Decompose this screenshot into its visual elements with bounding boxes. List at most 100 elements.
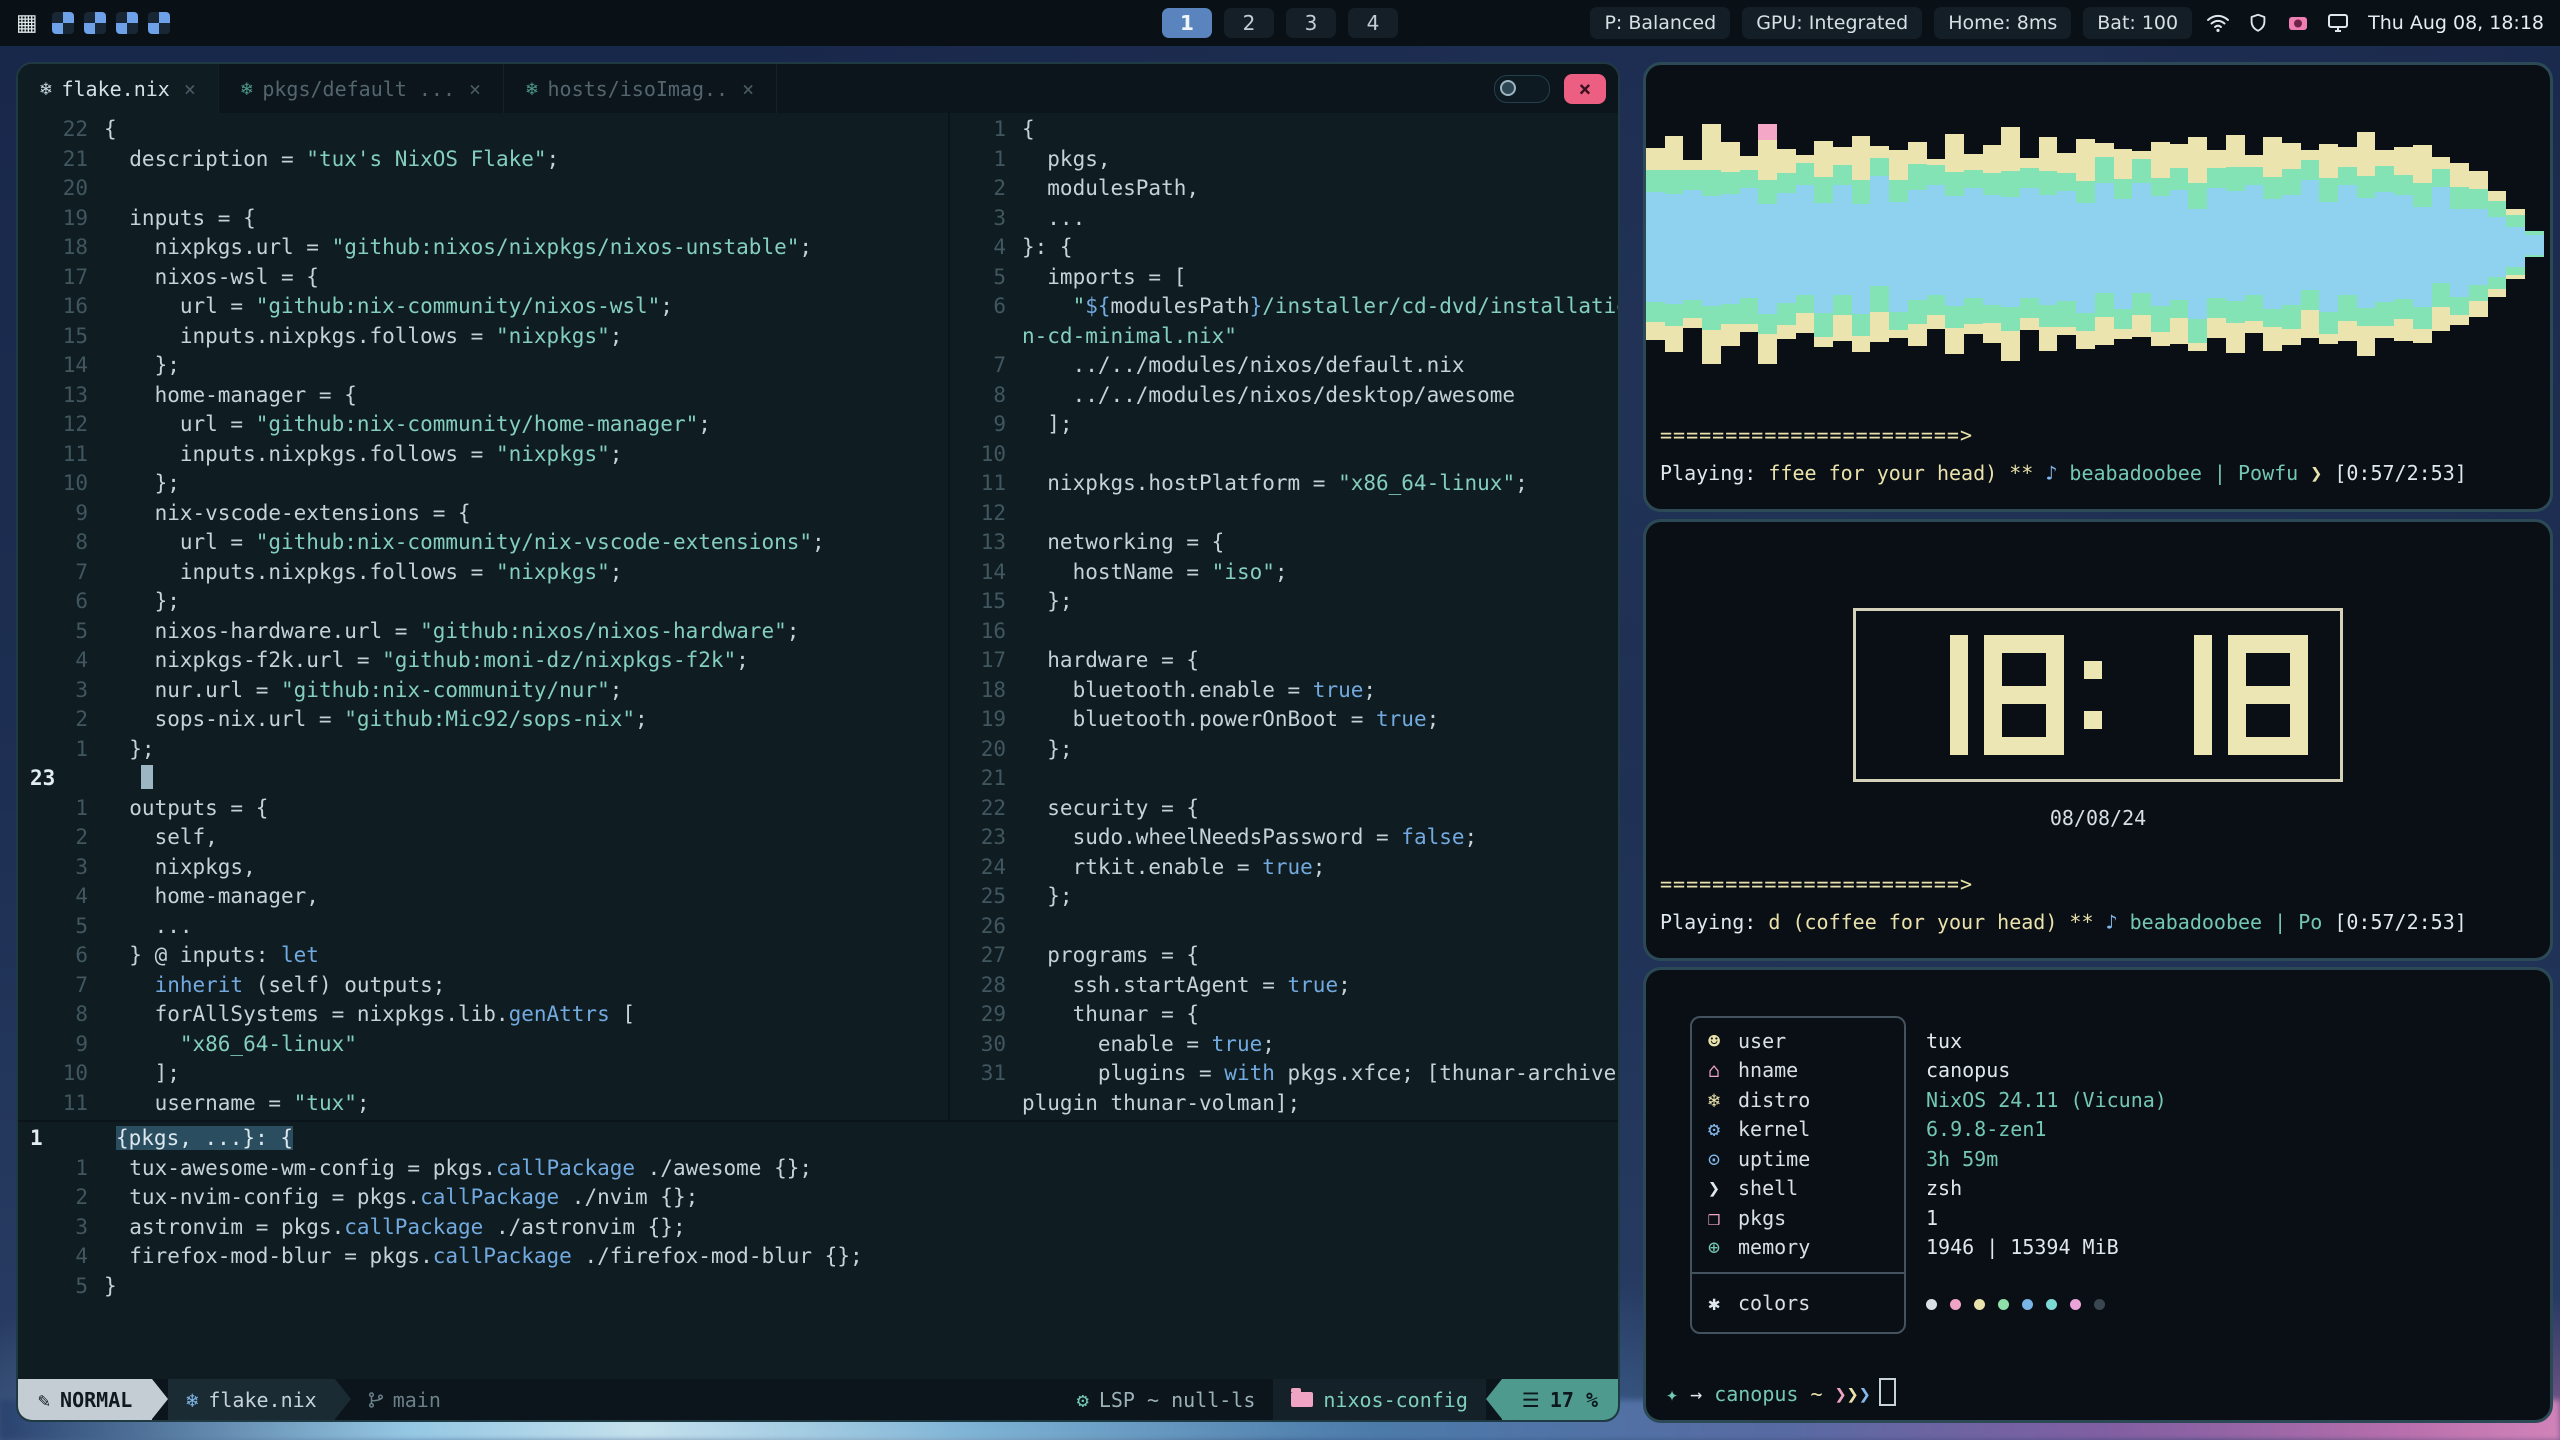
nix-snowflake-icon: ❄ [241, 78, 252, 100]
wave-pixel [2114, 149, 2133, 179]
text-segment [104, 973, 155, 997]
editor-tab-flake-nix[interactable]: ❄flake.nix× [18, 64, 219, 113]
code-text: }; [104, 587, 180, 617]
color-dot [1950, 1299, 1961, 1310]
wave-pixel [2207, 168, 2226, 188]
wave-pixel [2432, 187, 2451, 283]
code-text: }: { [1022, 233, 1073, 263]
display-icon[interactable] [2324, 9, 2352, 37]
code-line: 30 enable = true; [950, 1030, 1618, 1060]
status-chip[interactable]: Bat: 100 [2083, 7, 2192, 39]
code-text: username = "tux"; [104, 1089, 370, 1119]
visualizer-column [1927, 159, 1946, 329]
app-launcher-icon[interactable]: ▦ [16, 12, 38, 35]
wave-pixel [2001, 307, 2020, 331]
line-number: 21 [18, 145, 104, 175]
bar-right-group: P: Balanced GPU: Integrated Home: 8ms Bat: … [1590, 7, 2544, 39]
text-segment: description = [104, 147, 306, 171]
status-chip[interactable]: GPU: Integrated [1742, 7, 1922, 39]
wave-pixel [1945, 196, 1964, 306]
wave-pixel [2151, 142, 2170, 178]
text-segment: ; [357, 1091, 370, 1115]
visualizer-column [1721, 142, 1740, 346]
line-number: 14 [950, 558, 1022, 588]
editor-tab-pkgs-default-[interactable]: ❄ pkgs/default ... × [219, 64, 504, 113]
color-dot [2070, 1299, 2081, 1310]
text-segment: "github:nixos/nixos-hardware" [420, 619, 787, 643]
wave-pixel [1983, 173, 2002, 195]
bar-clock[interactable]: Thu Aug 08, 18:18 [2368, 12, 2544, 34]
code-line: 5 imports = [ [950, 263, 1618, 293]
wave-pixel [1814, 313, 1833, 337]
wave-pixel [2282, 143, 2301, 169]
powerline-separator [1486, 1379, 1502, 1419]
workspace-button-4[interactable]: 4 [1348, 8, 1398, 38]
code-text: ... [1022, 204, 1085, 234]
pane-iso-image[interactable]: 1{1 pkgs,2 modulesPath,3 ...4}: {5 impor… [948, 113, 1618, 1120]
workspace-tag-icon[interactable] [84, 12, 106, 34]
theme-toggle[interactable] [1494, 75, 1550, 103]
pane-pkgs-default[interactable]: 1{pkgs, ...}: {1 tux-awesome-wm-config =… [18, 1120, 1618, 1379]
tab-close-icon[interactable]: × [184, 77, 196, 101]
music-visualizer-window[interactable]: =======================> Playing: ffee f… [1643, 62, 2553, 512]
line-number: 23 [18, 764, 116, 794]
pane-flake-nix[interactable]: 22{21 description = "tux's NixOS Flake";… [18, 113, 948, 1120]
tab-close-icon[interactable]: × [742, 77, 754, 101]
cursor-block [141, 765, 153, 789]
clock-digit-1 [1888, 635, 1968, 755]
wave-pixel [2001, 171, 2020, 197]
wave-pixel [2020, 298, 2039, 318]
system-fetch-window[interactable]: ☻usertux⌂hnamecanopus❄distroNixOS 24.11 … [1643, 967, 2553, 1423]
code-text [116, 764, 153, 794]
visualizer-column [2319, 144, 2338, 344]
tab-label: pkgs/default ... [262, 77, 455, 101]
code-line: 22 security = { [950, 794, 1618, 824]
text-segment: "nixpkgs" [496, 560, 610, 584]
line-number: 12 [18, 410, 104, 440]
terminal-clock-window[interactable]: 08/08/24 =======================> Playin… [1643, 519, 2553, 961]
workspace-button-3[interactable]: 3 [1286, 8, 1336, 38]
statusline: ✎ NORMAL ❄ flake.nix main ⚙ LSP ~ null-l… [18, 1379, 1618, 1420]
code-text: programs = { [1022, 941, 1199, 971]
screen-record-icon[interactable] [2284, 9, 2312, 37]
workspace-button-2[interactable]: 2 [1224, 8, 1274, 38]
wave-pixel [2450, 187, 2469, 209]
wave-pixel [1758, 204, 1777, 314]
wave-pixel [2095, 157, 2114, 183]
wifi-icon[interactable] [2204, 9, 2232, 37]
text-segment: bluetooth.enable = [1022, 678, 1313, 702]
text-segment: ; [660, 294, 673, 318]
code-line: 7 inputs.nixpkgs.follows = "nixpkgs"; [18, 558, 948, 588]
line-number: 12 [950, 499, 1022, 529]
tab-close-icon[interactable]: × [469, 77, 481, 101]
workspace-tag-icon[interactable] [52, 12, 74, 34]
shell-prompt[interactable]: ✦ → canopus ~ ❯❯❯ [1666, 1378, 1896, 1406]
text-segment: ; [1313, 855, 1326, 879]
workspace-tag-icon[interactable] [116, 12, 138, 34]
color-dot [1974, 1299, 1985, 1310]
visualizer-column [2001, 127, 2020, 361]
visualizer-column [2394, 147, 2413, 341]
text-segment: true [1262, 855, 1313, 879]
wave-pixel [1889, 312, 1908, 330]
code-line: 4}: { [950, 233, 1618, 263]
shield-icon[interactable] [2244, 9, 2272, 37]
workspace-button-1[interactable]: 1 [1162, 8, 1212, 38]
wave-pixel [1852, 136, 1871, 180]
text-segment: }; [104, 471, 180, 495]
status-chip[interactable]: P: Balanced [1590, 7, 1730, 39]
wave-pixel [1964, 298, 1983, 324]
wave-pixel [2263, 177, 2282, 199]
visualizer-column [1646, 148, 1665, 340]
wave-pixel [2057, 173, 2076, 191]
wave-pixel [2226, 301, 2245, 323]
wave-pixel [2057, 153, 2076, 173]
editor-tab-hosts-isoImag-[interactable]: ❄hosts/isoImag..× [504, 64, 777, 113]
text-segment: }; [1022, 589, 1073, 613]
workspace-tag-icon[interactable] [148, 12, 170, 34]
fetch-row-memory: ⊕memory1946 | 15394 MiB [1690, 1233, 2534, 1263]
wave-pixel [2432, 283, 2451, 307]
wave-pixel [1721, 304, 1740, 324]
status-chip[interactable]: Home: 8ms [1934, 7, 2071, 39]
window-close-button[interactable]: × [1564, 74, 1606, 104]
